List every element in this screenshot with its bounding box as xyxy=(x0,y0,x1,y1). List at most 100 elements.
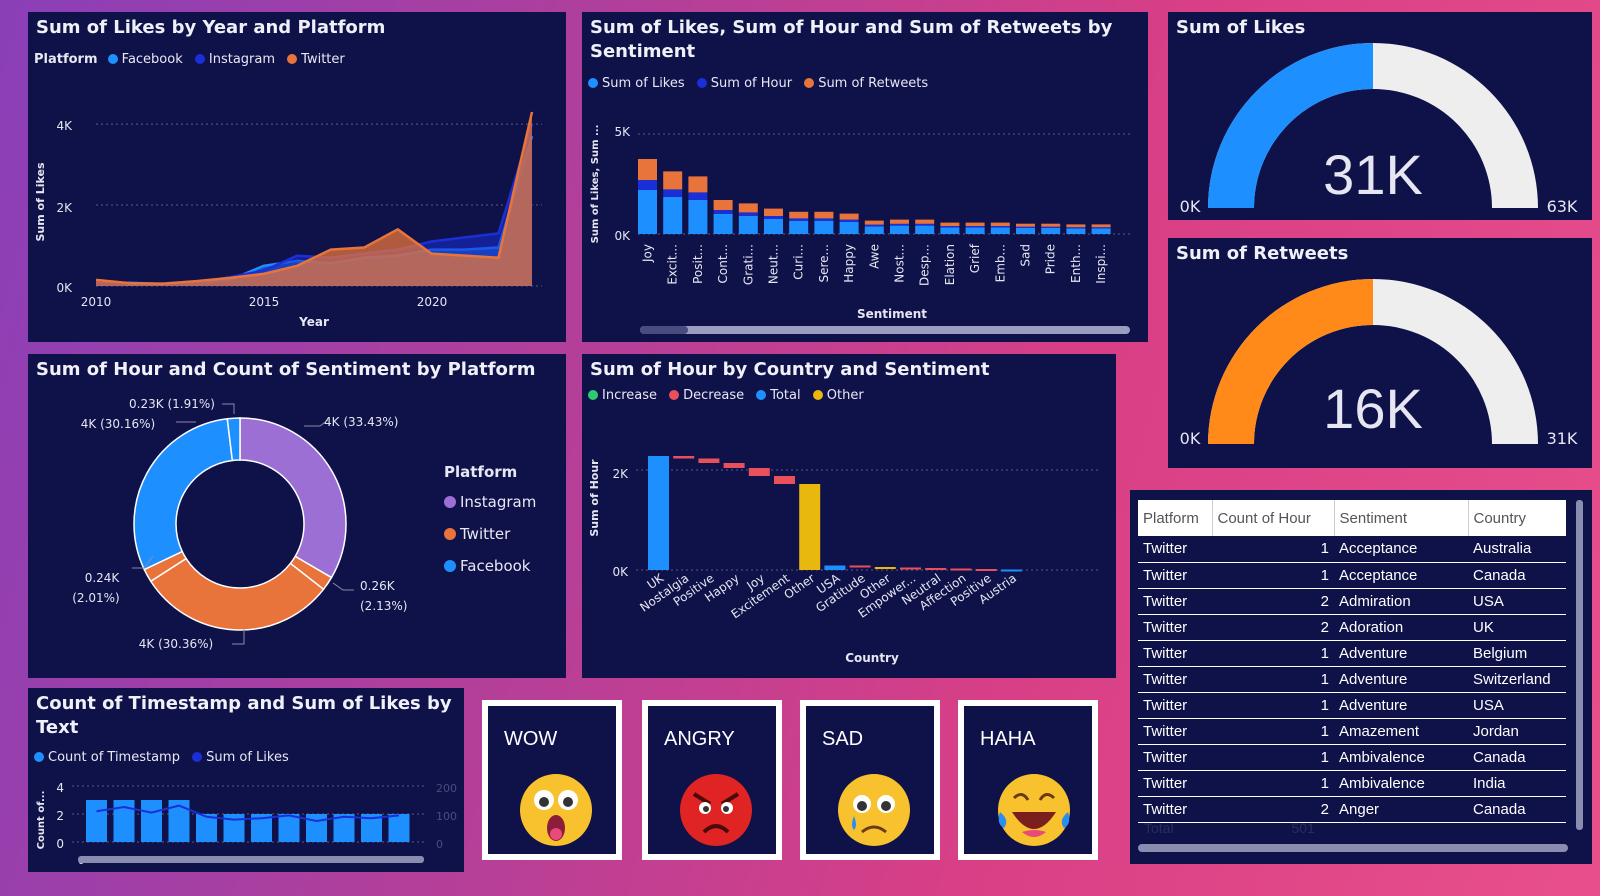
bar-sum-of-hour xyxy=(1016,226,1035,228)
horizontal-scrollbar[interactable] xyxy=(1138,844,1568,852)
legend-item-instagram[interactable]: Instagram xyxy=(444,486,536,518)
bar-count-of-timestamp xyxy=(388,814,410,842)
bar-sum-of-retweets xyxy=(688,176,708,193)
table-row[interactable]: Twitter 2 Admiration USA xyxy=(1138,588,1566,615)
bar-count-of-timestamp xyxy=(278,814,300,842)
cell-count-of-hour: 1 xyxy=(1212,744,1334,771)
bar-count-of-timestamp xyxy=(141,800,162,842)
cell-country: Jordan xyxy=(1468,718,1566,745)
bar-sum-of-likes xyxy=(1016,228,1035,234)
cell-count-of-hour: 1 xyxy=(1212,718,1334,745)
cell-country: Canada xyxy=(1468,562,1566,589)
wow-reaction-card[interactable]: WOW xyxy=(482,700,622,860)
scrollbar-thumb[interactable] xyxy=(640,326,688,334)
x-tick: Curi... xyxy=(792,244,806,280)
y-axis-label: Sum of Hour xyxy=(588,459,601,537)
likes-gauge-panel[interactable]: Sum of Likes 31K 0K 63K xyxy=(1168,12,1592,220)
bar-sum-of-retweets xyxy=(1016,223,1035,227)
area-twitter xyxy=(96,112,532,286)
table-row[interactable]: Twitter 1 Ambivalence Canada xyxy=(1138,744,1566,771)
legend: Platform Instagram Twitter Facebook xyxy=(444,462,536,582)
y-tick: 2K xyxy=(56,201,73,215)
sad-reaction-card[interactable]: SAD xyxy=(800,700,940,860)
table-row[interactable]: Twitter 1 Adventure USA xyxy=(1138,692,1566,719)
table-row[interactable]: Twitter 1 Acceptance Australia xyxy=(1138,536,1566,563)
bar-sum-of-hour xyxy=(839,219,859,222)
bar-sum-of-retweets xyxy=(764,208,783,216)
waterfall-bar-decrease xyxy=(723,463,745,468)
donut-label: 4K (33.43%) xyxy=(324,415,398,429)
donut-label: (2.13%) xyxy=(360,599,407,613)
angry-reaction-card[interactable]: ANGRY xyxy=(642,700,782,860)
bar-sum-of-likes xyxy=(688,200,708,234)
bar-sum-of-likes xyxy=(663,197,683,234)
x-tick: Desp... xyxy=(918,244,932,286)
likes-gauge: 31K 0K 63K xyxy=(1180,43,1578,216)
leader-line xyxy=(222,403,235,414)
laughing-face-icon xyxy=(998,774,1070,846)
details-table-panel[interactable]: Platform Count of Hour Sentiment Country… xyxy=(1130,490,1592,864)
cell-sentiment: Acceptance xyxy=(1334,536,1468,563)
bar-sum-of-likes xyxy=(890,225,909,234)
bar-sum-of-retweets xyxy=(864,220,884,225)
vertical-scrollbar[interactable] xyxy=(1576,500,1583,830)
table-row[interactable]: Twitter 1 Adventure Switzerland xyxy=(1138,666,1566,693)
bar-sum-of-hour xyxy=(864,224,884,227)
y-tick: 0K xyxy=(614,229,631,243)
table-row[interactable]: Twitter 1 Amazement Jordan xyxy=(1138,718,1566,745)
hour-waterfall-panel[interactable]: Sum of Hour by Country and Sentiment Inc… xyxy=(582,354,1116,678)
cell-count-of-hour: 1 xyxy=(1212,536,1334,563)
x-tick: Pride xyxy=(1044,244,1058,274)
column-header[interactable]: Sentiment xyxy=(1334,500,1469,536)
cell-country: USA xyxy=(1468,692,1566,719)
retweets-gauge-panel[interactable]: Sum of Retweets 16K 0K 31K xyxy=(1168,238,1592,468)
bar-sum-of-likes xyxy=(864,226,884,234)
cell-platform: Twitter xyxy=(1138,744,1212,771)
cell-platform: Twitter xyxy=(1138,796,1212,823)
timestamp-likes-panel[interactable]: Count of Timestamp and Sum of Likes by Te… xyxy=(28,688,464,872)
column-header[interactable]: Platform xyxy=(1138,500,1213,536)
cell-country: Switzerland xyxy=(1468,666,1566,693)
leader-line xyxy=(232,629,245,645)
cell-platform: Twitter xyxy=(1138,718,1212,745)
cell-platform: Twitter xyxy=(1138,692,1212,719)
table-row[interactable]: Twitter 1 Acceptance Canada xyxy=(1138,562,1566,589)
likes-area-chart: Sum of Likes Year 4K 2K 0K 2010 2015 202… xyxy=(34,111,542,329)
horizontal-scrollbar[interactable] xyxy=(78,856,424,863)
cell-country: Canada xyxy=(1468,744,1566,771)
haha-reaction-card[interactable]: HAHA xyxy=(958,700,1098,860)
y-tick-right: 200 xyxy=(436,782,457,795)
bar-sum-of-retweets xyxy=(663,171,683,190)
wow-face-icon xyxy=(520,774,592,846)
retweets-gauge: 16K 0K 31K xyxy=(1180,279,1578,448)
y-axis-label: Sum of Likes, Sum ... xyxy=(590,125,601,244)
gauge-max: 31K xyxy=(1547,429,1578,448)
horizontal-scrollbar[interactable] xyxy=(640,326,1130,334)
platform-donut-panel[interactable]: Sum of Hour and Count of Sentiment by Pl… xyxy=(28,354,566,678)
bar-sum-of-hour xyxy=(663,189,683,197)
table-row[interactable]: Twitter 2 Adoration UK xyxy=(1138,614,1566,641)
bar-sum-of-retweets xyxy=(1091,224,1111,228)
column-header[interactable]: Country xyxy=(1468,500,1566,536)
bar-sum-of-retweets xyxy=(990,222,1010,226)
bar-sum-of-likes xyxy=(713,214,733,234)
cell-count-of-hour: 1 xyxy=(1212,640,1334,667)
legend-item-twitter[interactable]: Twitter xyxy=(444,518,536,550)
bar-sum-of-hour xyxy=(1066,227,1086,229)
y-tick: 0K xyxy=(612,565,629,579)
likes-by-year-panel[interactable]: Sum of Likes by Year and Platform Platfo… xyxy=(28,12,566,342)
table-row[interactable]: Twitter 2 Anger Canada xyxy=(1138,796,1566,823)
cell-count-of-hour: 1 xyxy=(1212,666,1334,693)
waterfall-bar-decrease xyxy=(849,565,871,568)
cell-country: USA xyxy=(1468,588,1566,615)
sentiment-stacked-panel[interactable]: Sum of Likes, Sum of Hour and Sum of Ret… xyxy=(582,12,1148,342)
bar-sum-of-likes xyxy=(1091,228,1111,234)
legend-item-facebook[interactable]: Facebook xyxy=(444,550,536,582)
x-axis-label: Year xyxy=(298,315,329,329)
table-row[interactable]: Twitter 1 Ambivalence India xyxy=(1138,770,1566,797)
x-axis-label: Country xyxy=(845,651,899,665)
table-row[interactable]: Twitter 1 Adventure Belgium xyxy=(1138,640,1566,667)
cell-sentiment: Adventure xyxy=(1334,666,1468,693)
column-header[interactable]: Count of Hour xyxy=(1212,500,1335,536)
waterfall-bar-total xyxy=(1000,569,1022,572)
